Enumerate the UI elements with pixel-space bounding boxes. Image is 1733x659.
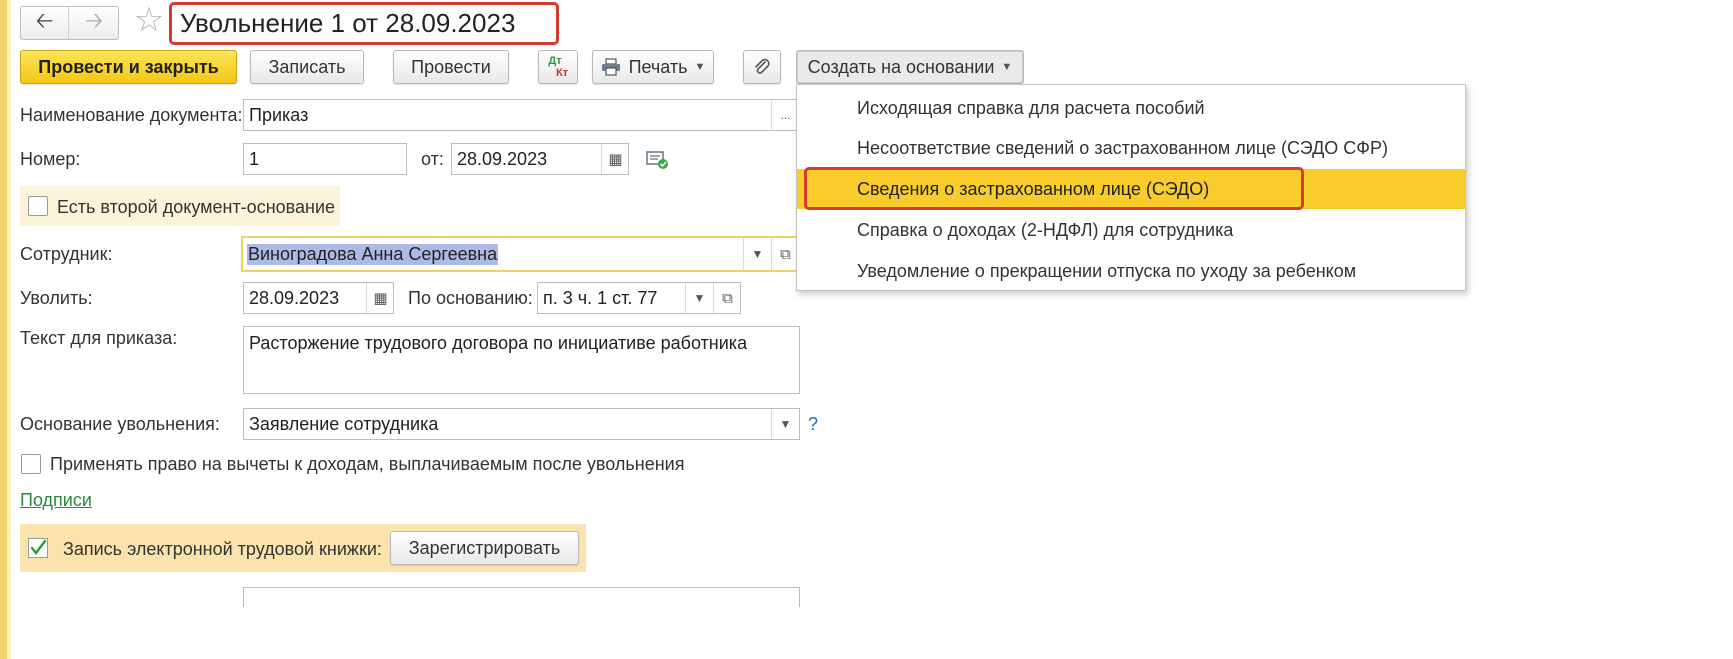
form-left-accent-inner (7, 0, 11, 659)
reason-dropdown-button[interactable]: ▼ (771, 409, 799, 439)
paperclip-icon (755, 58, 770, 74)
checkmark-icon (30, 539, 47, 555)
second-basis-checkbox[interactable] (28, 196, 48, 216)
menu-item-benefit-certificate[interactable]: Исходящая справка для расчета пособий (797, 88, 1465, 128)
signatures-link[interactable]: Подписи (20, 489, 92, 511)
register-button[interactable]: Зарегистрировать (390, 531, 579, 565)
edo-status-icon[interactable] (646, 150, 670, 170)
calendar-icon: ▦ (373, 290, 388, 307)
employee-open-button[interactable]: ⧉ (771, 238, 799, 270)
basis-open-button[interactable]: ⧉ (713, 283, 741, 313)
reason-value: Заявление сотрудника (249, 413, 439, 434)
form-left-accent (0, 0, 7, 659)
employee-input[interactable]: Виноградова Анна Сергеевна (241, 236, 804, 272)
attach-button[interactable] (743, 50, 781, 84)
basis-value: п. 3 ч. 1 ст. 77 (543, 287, 658, 308)
doc-name-input[interactable]: Приказ (243, 99, 803, 131)
basis-dropdown-button[interactable]: ▼ (685, 283, 713, 313)
employee-value: Виноградова Анна Сергеевна (247, 243, 499, 265)
dt-kt-button[interactable]: Дт Кт (538, 50, 578, 84)
help-icon[interactable]: ? (808, 413, 818, 435)
chevron-down-icon: ▼ (779, 417, 792, 431)
arrow-left-icon: 🡠 (35, 8, 54, 33)
reason-label: Основание увольнения: (20, 414, 220, 434)
reason-input[interactable]: Заявление сотрудника (243, 408, 800, 440)
order-text-label: Текст для приказа: (20, 328, 178, 348)
date-label: от: (421, 149, 444, 169)
doc-name-label: Наименование документа: (20, 105, 243, 125)
chevron-down-icon: ▼ (1001, 61, 1013, 73)
arrow-right-icon: 🡢 (85, 8, 103, 33)
create-based-on-label: Создать на основании (807, 56, 995, 77)
printer-icon (601, 58, 620, 76)
post-button[interactable]: Провести (393, 50, 509, 84)
etk-checkbox[interactable] (28, 538, 48, 558)
doc-name-select-button[interactable]: ... (771, 99, 799, 131)
basis-label: По основанию: (408, 288, 533, 308)
kt-icon: Кт (555, 67, 569, 79)
save-button[interactable]: Записать (250, 50, 364, 84)
dismiss-label: Уволить: (20, 288, 93, 308)
deductions-label: Применять право на вычеты к доходам, вып… (50, 454, 685, 474)
post-and-close-button[interactable]: Провести и закрыть (20, 50, 237, 84)
nav-buttons: 🡠 🡢 (20, 6, 119, 40)
menu-item-annotation-frame (804, 167, 1304, 210)
back-button[interactable]: 🡠 (21, 7, 69, 39)
employee-label: Сотрудник: (20, 244, 113, 264)
calendar-icon: ▦ (608, 151, 623, 168)
favorite-star-icon[interactable]: ☆ (131, 2, 167, 38)
second-basis-label: Есть второй документ-основание (57, 197, 336, 217)
employee-dropdown-button[interactable]: ▼ (743, 238, 771, 270)
menu-item-leave-termination-notice[interactable]: Уведомление о прекращении отпуска по ухо… (797, 251, 1465, 291)
order-text-textarea[interactable]: Расторжение трудового договора по инициа… (243, 326, 800, 394)
next-field-partial[interactable] (243, 587, 800, 607)
menu-item-mismatch-sedo-sfr[interactable]: Несоответствие сведений о застрахованном… (797, 128, 1465, 168)
chevron-down-icon: ▼ (693, 291, 706, 305)
open-icon: ⧉ (780, 245, 791, 263)
print-button-label: Печать (628, 56, 688, 77)
number-input[interactable]: 1 (243, 143, 407, 175)
print-button[interactable]: Печать ▼ (592, 50, 714, 84)
menu-item-2ndfl-certificate[interactable]: Справка о доходах (2-НДФЛ) для сотрудник… (797, 210, 1465, 250)
create-based-on-button[interactable]: Создать на основании ▼ (796, 50, 1024, 84)
dismiss-calendar-button[interactable]: ▦ (366, 283, 394, 313)
open-icon: ⧉ (722, 289, 733, 307)
etk-label: Запись электронной трудовой книжки: (63, 539, 382, 559)
date-value: 28.09.2023 (457, 148, 548, 169)
dt-icon: Дт (548, 55, 562, 67)
chevron-down-icon: ▼ (694, 61, 706, 73)
number-label: Номер: (20, 149, 81, 169)
forward-button[interactable]: 🡢 (70, 7, 118, 39)
title-annotation-frame (169, 2, 559, 45)
chevron-down-icon: ▼ (751, 247, 764, 261)
deductions-checkbox[interactable] (21, 454, 41, 474)
dismiss-date-value: 28.09.2023 (249, 287, 340, 308)
calendar-button[interactable]: ▦ (601, 144, 629, 174)
